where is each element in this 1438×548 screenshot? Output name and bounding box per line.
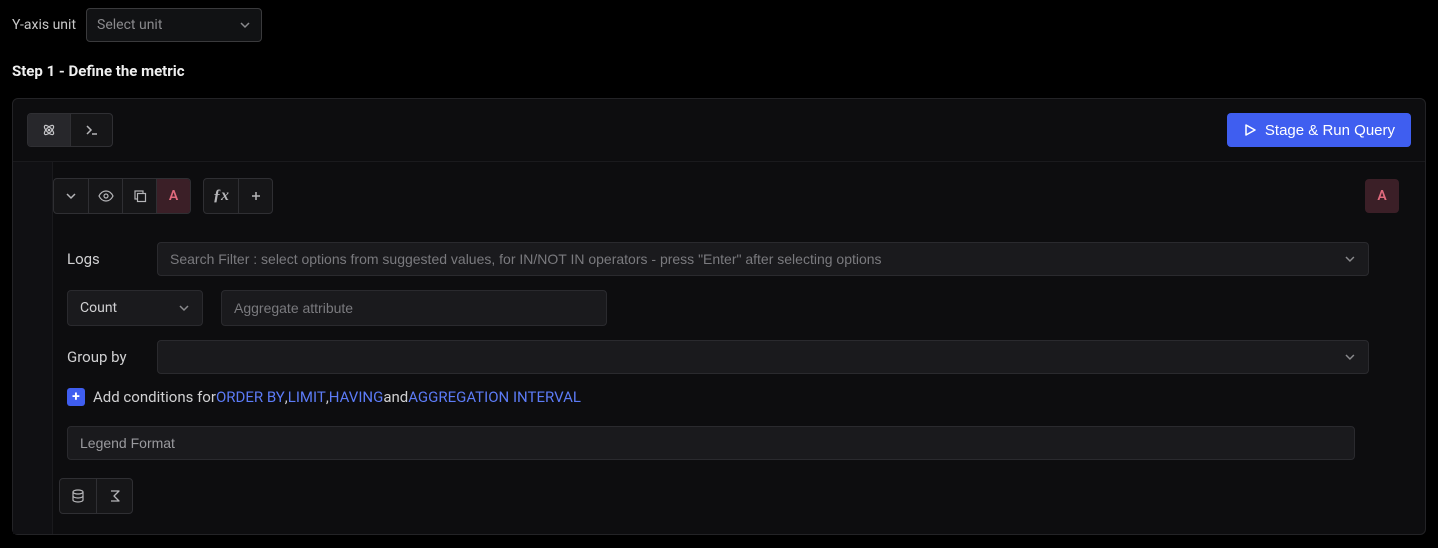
chevron-down-icon <box>239 19 251 31</box>
database-button[interactable] <box>60 479 96 513</box>
plus-square-icon: + <box>67 388 85 406</box>
limit-link[interactable]: LIMIT <box>288 388 326 406</box>
mode-toggle-group <box>27 113 113 147</box>
terminal-icon <box>84 122 100 138</box>
add-conditions-row[interactable]: + Add conditions for ORDER BY , LIMIT , … <box>53 388 1411 406</box>
query-badge-a[interactable]: A <box>156 179 190 213</box>
database-icon <box>71 489 85 503</box>
legend-format-input[interactable] <box>80 427 1342 459</box>
filter-input-wrapper[interactable] <box>157 242 1369 276</box>
aggregate-attribute-wrapper[interactable] <box>221 290 607 326</box>
query-badge-a-right: A <box>1365 179 1399 213</box>
query-panel: Stage & Run Query <box>12 98 1426 535</box>
chevron-down-icon <box>65 190 77 202</box>
step-title: Step 1 - Define the metric <box>0 52 1438 98</box>
groupby-label: Group by <box>67 348 139 366</box>
having-link[interactable]: HAVING <box>329 388 384 406</box>
aggregate-function-label: Count <box>80 300 117 316</box>
bottom-actions-strip <box>59 478 133 514</box>
chevron-down-icon <box>1344 253 1356 265</box>
aggregate-function-select[interactable]: Count <box>67 290 203 326</box>
yaxis-unit-label: Y-axis unit <box>12 17 76 33</box>
play-icon <box>1243 123 1257 137</box>
aggregate-attribute-input[interactable] <box>234 291 594 325</box>
orderby-link[interactable]: ORDER BY <box>216 388 285 406</box>
sigma-icon <box>109 489 121 503</box>
copy-button[interactable] <box>122 179 156 213</box>
left-rail <box>13 162 53 534</box>
yaxis-unit-select[interactable]: Select unit <box>86 8 262 42</box>
collapse-button[interactable] <box>54 179 88 213</box>
stage-run-label: Stage & Run Query <box>1265 122 1395 139</box>
formula-strip: ƒx <box>203 178 273 214</box>
chevron-down-icon <box>1344 351 1356 363</box>
atom-icon <box>41 122 57 138</box>
cond-prefix: Add conditions for <box>93 388 216 406</box>
filter-input[interactable] <box>170 251 1344 267</box>
groupby-input[interactable] <box>170 349 1344 365</box>
builder-mode-button[interactable] <box>28 114 70 146</box>
legend-input-wrapper[interactable] <box>67 426 1355 460</box>
formula-button[interactable]: ƒx <box>204 179 238 213</box>
yaxis-unit-placeholder: Select unit <box>97 17 162 33</box>
agginterval-link[interactable]: AGGREGATION INTERVAL <box>408 388 581 406</box>
add-formula-button[interactable] <box>238 179 272 213</box>
groupby-input-wrapper[interactable] <box>157 340 1369 374</box>
stage-run-button[interactable]: Stage & Run Query <box>1227 113 1411 147</box>
sigma-button[interactable] <box>96 479 132 513</box>
eye-icon <box>98 188 114 204</box>
query-actions-strip: A <box>53 178 191 214</box>
chevron-down-icon <box>178 302 190 314</box>
code-mode-button[interactable] <box>70 114 112 146</box>
logs-label: Logs <box>67 250 139 268</box>
cond-and: and <box>383 388 408 406</box>
copy-icon <box>133 189 147 203</box>
visibility-button[interactable] <box>88 179 122 213</box>
plus-icon <box>250 190 262 202</box>
